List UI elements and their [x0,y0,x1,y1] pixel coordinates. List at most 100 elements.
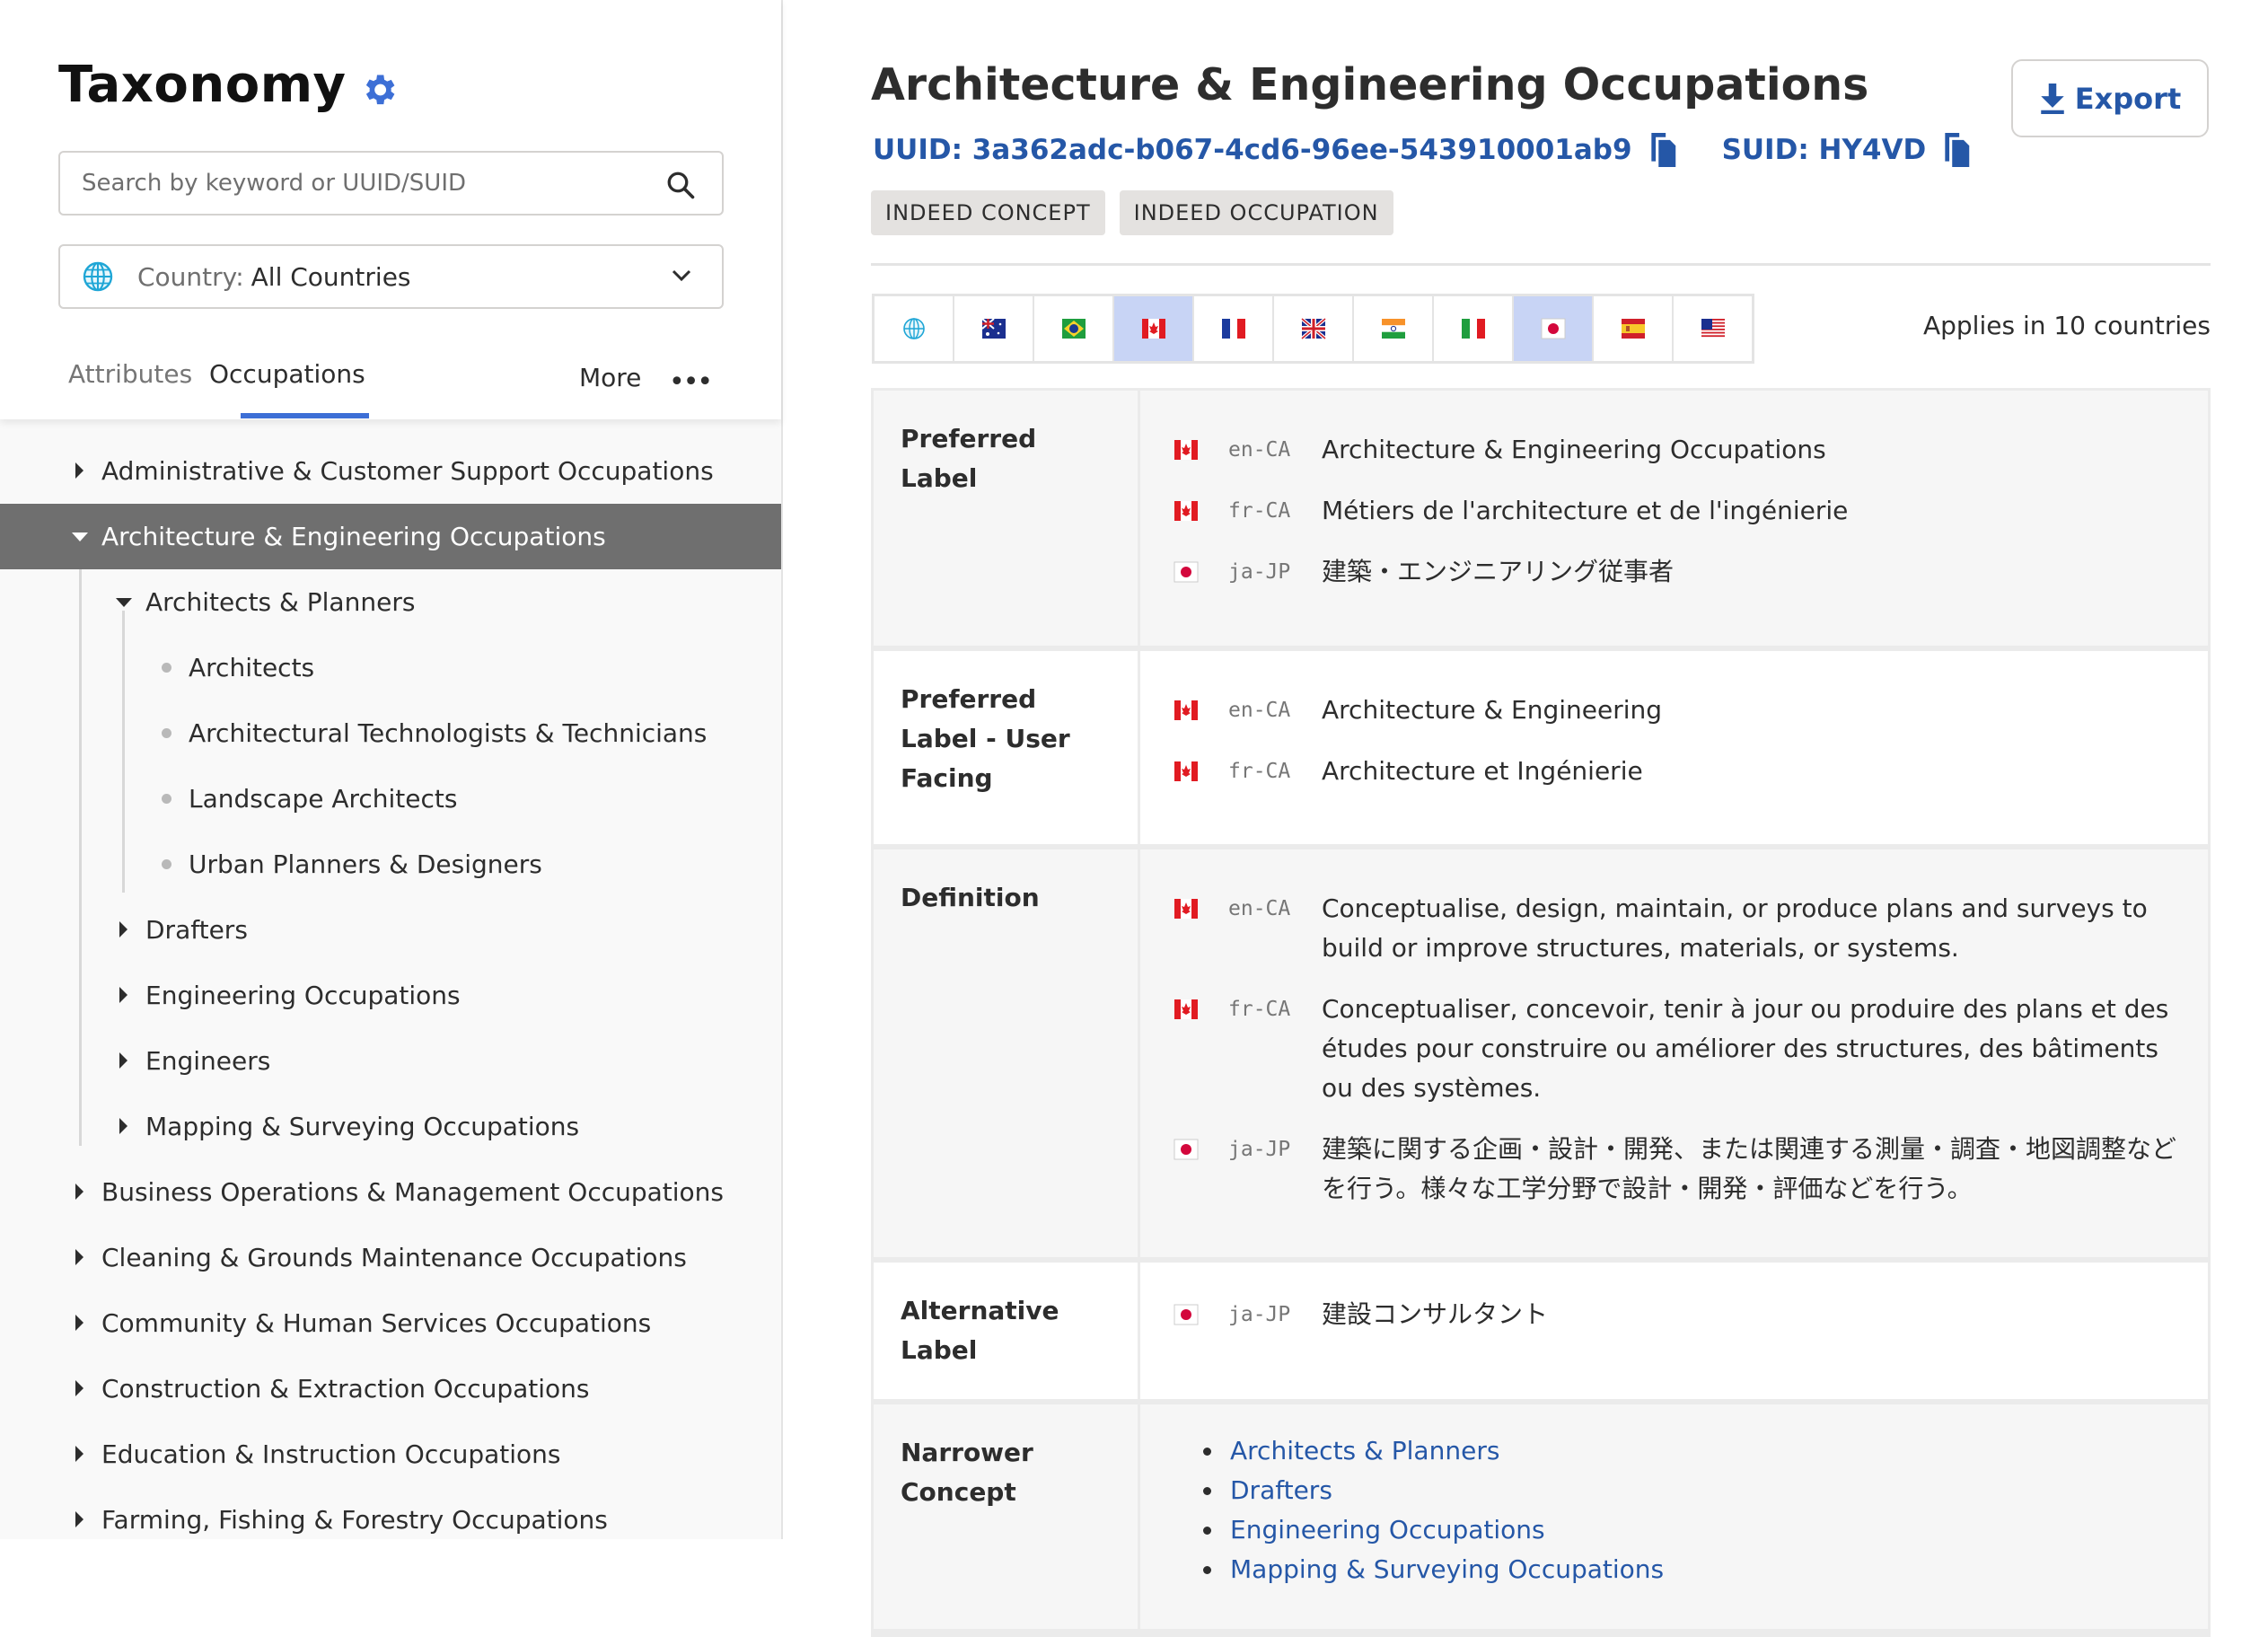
search-input[interactable] [82,170,638,197]
flag-brazil-icon [1061,319,1086,339]
caret-right-icon[interactable] [119,1052,127,1069]
tree-item[interactable]: Engineers [0,1028,781,1094]
flag-canada-icon [1174,501,1198,521]
download-icon [2041,83,2064,114]
caret-down-icon[interactable] [116,598,132,607]
export-button[interactable]: Export [2011,59,2209,137]
tree-item-label: Engineers [145,1046,271,1076]
tree-item[interactable]: Mapping & Surveying Occupations [0,1094,781,1159]
localized-text: 建設コンサルタント [1322,1299,1549,1329]
tree-item[interactable]: Architects [0,635,781,700]
property-label: Definition [874,849,1140,1257]
tree-item[interactable]: Architecture & Engineering Occupations [0,504,781,569]
caret-right-icon[interactable] [119,987,127,1003]
copy-uuid-icon[interactable] [1648,133,1677,167]
concept-badges: INDEED CONCEPT INDEED OCCUPATION [871,190,1408,235]
flag-japan-icon [1174,561,1199,583]
flag-uk-icon [1300,317,1326,340]
caret-right-icon[interactable] [119,1118,127,1134]
tree-item[interactable]: Drafters [0,897,781,963]
tree-item-label: Architects [189,653,315,682]
tree-item[interactable]: Farming, Fishing & Forestry Occupations [0,1487,781,1553]
flag-canada-icon [1174,761,1198,781]
property-row: Preferred Label - User Facing en-CA Archit… [874,651,2208,849]
tree-item[interactable]: Community & Human Services Occupations [0,1290,781,1356]
tree-item-label: Urban Planners & Designers [189,849,542,879]
identifier-line: UUID: 3a362adc-b067-4cd6-96ee-543910001a… [873,133,1971,167]
flag-filter-it[interactable] [1432,296,1512,361]
tree-item[interactable]: Education & Instruction Occupations [0,1421,781,1487]
occupation-tree: Administrative & Customer Support Occupa… [0,438,781,1553]
caret-right-icon[interactable] [75,1446,84,1462]
caret-right-icon[interactable] [75,1249,84,1265]
tree-item[interactable]: Landscape Architects [0,766,781,832]
property-label: Preferred Label [874,391,1140,646]
flag-filter-br[interactable] [1033,296,1112,361]
more-tab[interactable]: More [579,363,641,392]
localized-text: Conceptualiser, concevoir, tenir à jour … [1322,994,2169,1103]
applies-count: Applies in 10 countries [1922,311,2211,340]
narrower-concept-link[interactable]: Architects & Planners [1230,1436,1499,1465]
sidebar: Taxonomy Country: All Countries [0,0,783,1539]
tree-item[interactable]: Engineering Occupations [0,963,781,1028]
country-select[interactable]: Country: All Countries [58,244,724,309]
tree-item-label: Drafters [145,915,248,945]
localized-value: en-CA Architecture & Engineering Occupati… [1171,430,2181,470]
flag-filter-all[interactable] [873,296,953,361]
flag-filter-jp[interactable] [1512,296,1592,361]
narrower-concept-link[interactable]: Engineering Occupations [1230,1515,1545,1545]
flag-filter-au[interactable] [953,296,1033,361]
flag-filter-gb[interactable] [1272,296,1352,361]
tree-item-label: Education & Instruction Occupations [101,1439,561,1469]
caret-right-icon[interactable] [75,1511,84,1527]
property-values: en-CA Conceptualise, design, maintain, or… [1140,849,2208,1257]
flag-canada-icon [1174,899,1198,919]
tree-item[interactable]: Administrative & Customer Support Occupa… [0,438,781,504]
locale-code: fr-CA [1228,499,1291,523]
flag-filter-es[interactable] [1592,296,1672,361]
localized-value: ja-JP 建築に関する企画・設計・開発、または関連する測量・調査・地図調整などを… [1171,1130,2181,1209]
more-options-icon[interactable]: ••• [669,366,713,398]
tree-item[interactable]: Architects & Planners [0,569,781,635]
localized-text: Métiers de l'architecture et de l'ingéni… [1322,496,1849,525]
tree-item-label: Architects & Planners [145,587,416,617]
sidebar-header: Taxonomy Country: All Countries [0,0,781,419]
tree-item-label: Construction & Extraction Occupations [101,1374,590,1404]
tree-item[interactable]: Urban Planners & Designers [0,832,781,897]
localized-text: Conceptualise, design, maintain, or prod… [1322,893,2148,963]
tab-occupations[interactable]: Occupations [209,359,365,389]
copy-suid-icon[interactable] [1942,133,1971,167]
tree-item[interactable]: Cleaning & Grounds Maintenance Occupatio… [0,1225,781,1290]
caret-down-icon[interactable] [72,532,88,541]
property-label: Alternative Label [874,1263,1140,1399]
caret-right-icon[interactable] [75,1380,84,1396]
flag-filter-ca[interactable] [1112,296,1192,361]
locale-code: fr-CA [1228,998,1291,1021]
tree-item[interactable]: Business Operations & Management Occupat… [0,1159,781,1225]
property-label: Narrower Concept [874,1404,1140,1629]
property-values: ja-JP 建設コンサルタント [1140,1263,2208,1399]
flag-filter-in[interactable] [1352,296,1432,361]
sidebar-tabs: Attributes Occupations More ••• [0,350,781,419]
narrower-concept-link[interactable]: Drafters [1230,1475,1332,1505]
tree-item-label: Engineering Occupations [145,981,461,1010]
flag-filter-us[interactable] [1672,296,1752,361]
gear-icon[interactable] [359,70,399,110]
property-label: Preferred Label - User Facing [874,651,1140,844]
flag-japan-icon [1174,1139,1199,1160]
property-row: Alternative Label ja-JP 建設コンサルタント [874,1263,2208,1404]
tree-item[interactable]: Construction & Extraction Occupations [0,1356,781,1421]
search-icon[interactable] [664,169,697,201]
flag-australia-icon [980,318,1006,339]
tree-item[interactable]: Architectural Technologists & Technician… [0,700,781,766]
localized-text: Architecture et Ingénierie [1322,756,1643,786]
flag-filter-fr[interactable] [1192,296,1272,361]
caret-right-icon[interactable] [75,462,84,479]
caret-right-icon[interactable] [119,921,127,937]
narrower-concept-link[interactable]: Mapping & Surveying Occupations [1230,1554,1664,1584]
caret-right-icon[interactable] [75,1315,84,1331]
flag-india-icon [1381,319,1405,339]
caret-right-icon[interactable] [75,1184,84,1200]
bullet-icon [162,859,171,869]
tab-attributes[interactable]: Attributes [68,359,192,389]
